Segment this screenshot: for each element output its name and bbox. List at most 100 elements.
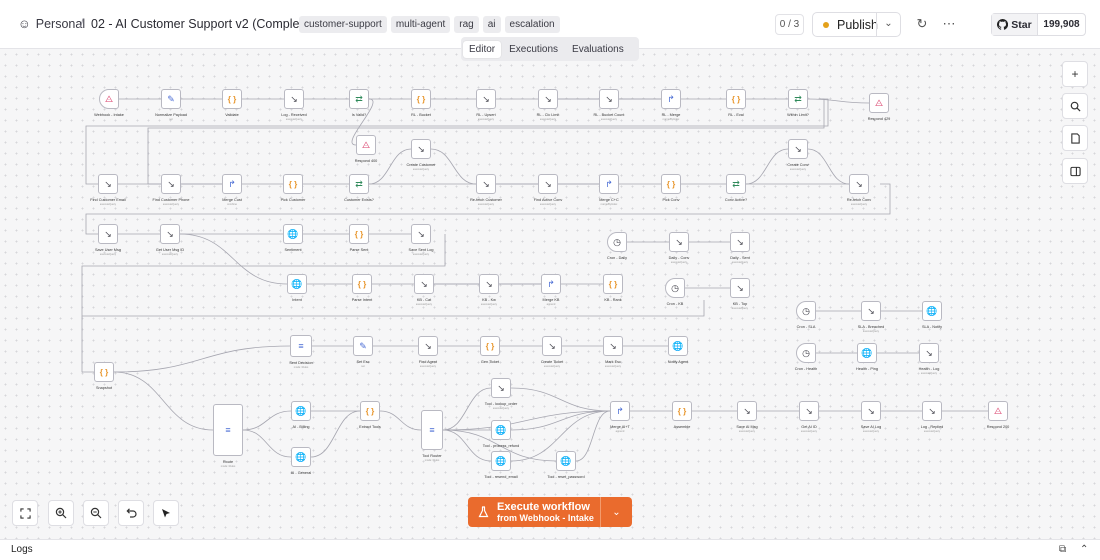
workflow-node[interactable]: 🌐 bbox=[922, 301, 942, 321]
workflow-node[interactable]: 🌐 bbox=[491, 451, 511, 471]
zoom-out-button[interactable] bbox=[83, 500, 109, 526]
workflow-node[interactable]: ↘ bbox=[730, 232, 750, 252]
tag-chip[interactable]: ai bbox=[482, 16, 501, 33]
workflow-node[interactable]: 🌐 bbox=[857, 343, 877, 363]
workflow-node[interactable]: ↱ bbox=[541, 274, 561, 294]
workflow-node[interactable]: ↘ bbox=[418, 336, 438, 356]
workflow-node[interactable]: { } bbox=[352, 274, 372, 294]
workflow-node[interactable]: { } bbox=[283, 174, 303, 194]
publish-button[interactable]: Publish ⌄ bbox=[812, 12, 901, 37]
workflow-node[interactable]: ↘ bbox=[542, 336, 562, 356]
workflow-node[interactable]: ◷ bbox=[796, 301, 816, 321]
workflow-node[interactable]: ⇄ bbox=[726, 174, 746, 194]
workflow-node[interactable]: ↘ bbox=[788, 139, 808, 159]
popout-icon[interactable]: ⧉ bbox=[1059, 544, 1066, 555]
workflow-node[interactable]: ◷ bbox=[607, 232, 627, 252]
execute-workflow-button[interactable]: Execute workflow from Webhook - Intake ⌄ bbox=[468, 497, 632, 527]
workflow-node[interactable]: ↘ bbox=[538, 174, 558, 194]
workflow-node[interactable]: ⨺ bbox=[869, 93, 889, 113]
workflow-node[interactable]: ⇄ bbox=[349, 174, 369, 194]
github-star-button[interactable]: Star 199,908 bbox=[991, 13, 1086, 36]
workflow-canvas[interactable] bbox=[0, 49, 1100, 539]
github-star[interactable]: Star bbox=[992, 14, 1038, 35]
execute-main[interactable]: Execute workflow from Webhook - Intake bbox=[468, 497, 601, 527]
search-nodes-button[interactable] bbox=[1062, 93, 1088, 119]
workflow-node[interactable]: ↘ bbox=[476, 174, 496, 194]
workflow-node[interactable]: ↘ bbox=[160, 224, 180, 244]
tag-chip[interactable]: customer-support bbox=[299, 16, 387, 33]
workflow-node[interactable]: ⨺ bbox=[356, 135, 376, 155]
workflow-node[interactable]: ◷ bbox=[665, 278, 685, 298]
workflow-node[interactable]: ↘ bbox=[849, 174, 869, 194]
workflow-node[interactable]: ↘ bbox=[669, 232, 689, 252]
workflow-node[interactable]: 🌐 bbox=[291, 401, 311, 421]
tag-chip[interactable]: multi-agent bbox=[390, 16, 451, 33]
workflow-node[interactable]: ↘ bbox=[861, 301, 881, 321]
workflow-node[interactable]: ↘ bbox=[730, 278, 750, 298]
logs-bar[interactable]: Logs ⧉ ⌃ bbox=[0, 539, 1100, 560]
workflow-node[interactable]: ↱ bbox=[661, 89, 681, 109]
tag-chip[interactable]: rag bbox=[454, 16, 479, 33]
workflow-node[interactable]: { } bbox=[661, 174, 681, 194]
workflow-node[interactable]: ⨺ bbox=[988, 401, 1008, 421]
workflow-node[interactable]: ↘ bbox=[737, 401, 757, 421]
workflow-node[interactable]: ≡ bbox=[290, 335, 312, 357]
tab-executions[interactable]: Executions bbox=[503, 41, 564, 58]
history-icon[interactable]: ↻ bbox=[913, 15, 931, 33]
workflow-node[interactable]: { } bbox=[349, 224, 369, 244]
workflow-node[interactable]: ↱ bbox=[599, 174, 619, 194]
tidy-up-button[interactable] bbox=[153, 500, 179, 526]
chevron-down-icon[interactable]: ⌄ bbox=[876, 13, 900, 36]
workflow-node[interactable]: 🌐 bbox=[556, 451, 576, 471]
workflow-node[interactable]: 🌐 bbox=[287, 274, 307, 294]
workflow-node[interactable]: 🌐 bbox=[283, 224, 303, 244]
fit-view-button[interactable] bbox=[12, 500, 38, 526]
workflow-node[interactable]: ≡ bbox=[421, 410, 443, 450]
workflow-node[interactable]: 🌐 bbox=[491, 420, 511, 440]
workflow-node[interactable]: ↘ bbox=[861, 401, 881, 421]
tab-editor[interactable]: Editor bbox=[463, 40, 502, 58]
workflow-node[interactable]: ↘ bbox=[799, 401, 819, 421]
zoom-in-button[interactable] bbox=[48, 500, 74, 526]
workflow-node[interactable]: ↱ bbox=[222, 174, 242, 194]
undo-button[interactable] bbox=[118, 500, 144, 526]
workflow-node[interactable]: ⇄ bbox=[349, 89, 369, 109]
more-options-icon[interactable]: ⋯ bbox=[940, 15, 958, 33]
workflow-node[interactable]: ↘ bbox=[599, 89, 619, 109]
workflow-node[interactable]: ⇄ bbox=[788, 89, 808, 109]
workflow-node[interactable]: { } bbox=[726, 89, 746, 109]
chevron-up-icon[interactable]: ⌃ bbox=[1080, 544, 1088, 555]
workflow-node[interactable]: { } bbox=[480, 336, 500, 356]
tab-evaluations[interactable]: Evaluations bbox=[566, 41, 630, 58]
workflow-node[interactable]: ↘ bbox=[922, 401, 942, 421]
workflow-node[interactable]: ↘ bbox=[491, 378, 511, 398]
workflow-node[interactable]: ✎ bbox=[161, 89, 181, 109]
workflow-node[interactable]: ↘ bbox=[98, 174, 118, 194]
workflow-node[interactable]: ↘ bbox=[414, 274, 434, 294]
workflow-title[interactable]: 02 - AI Customer Support v2 (Complex) bbox=[91, 17, 310, 31]
workflow-node[interactable]: ↘ bbox=[161, 174, 181, 194]
workflow-node[interactable]: ↘ bbox=[476, 89, 496, 109]
workflow-node[interactable]: { } bbox=[222, 89, 242, 109]
workflow-node[interactable]: { } bbox=[360, 401, 380, 421]
workflow-node[interactable]: ↘ bbox=[411, 139, 431, 159]
workflow-node[interactable]: { } bbox=[603, 274, 623, 294]
workflow-node[interactable]: { } bbox=[411, 89, 431, 109]
workflow-node[interactable]: ⨺ bbox=[99, 89, 119, 109]
workflow-node[interactable]: ◷ bbox=[796, 343, 816, 363]
workflow-node[interactable]: { } bbox=[94, 362, 114, 382]
workflow-node[interactable]: ↱ bbox=[610, 401, 630, 421]
workflow-node[interactable]: { } bbox=[672, 401, 692, 421]
toggle-panel-button[interactable] bbox=[1062, 158, 1088, 184]
workflow-node[interactable]: ↘ bbox=[603, 336, 623, 356]
add-sticky-button[interactable] bbox=[1062, 125, 1088, 151]
workflow-node[interactable]: ↘ bbox=[479, 274, 499, 294]
tag-chip[interactable]: escalation bbox=[504, 16, 560, 33]
workflow-node[interactable]: 🌐 bbox=[668, 336, 688, 356]
workflow-node[interactable]: ✎ bbox=[353, 336, 373, 356]
workflow-node[interactable]: 🌐 bbox=[291, 447, 311, 467]
breadcrumb-personal[interactable]: ☺ Personal bbox=[18, 17, 85, 31]
execute-dropdown[interactable]: ⌄ bbox=[601, 497, 632, 527]
workflow-node[interactable]: ≡ bbox=[213, 404, 243, 456]
workflow-node[interactable]: ↘ bbox=[538, 89, 558, 109]
